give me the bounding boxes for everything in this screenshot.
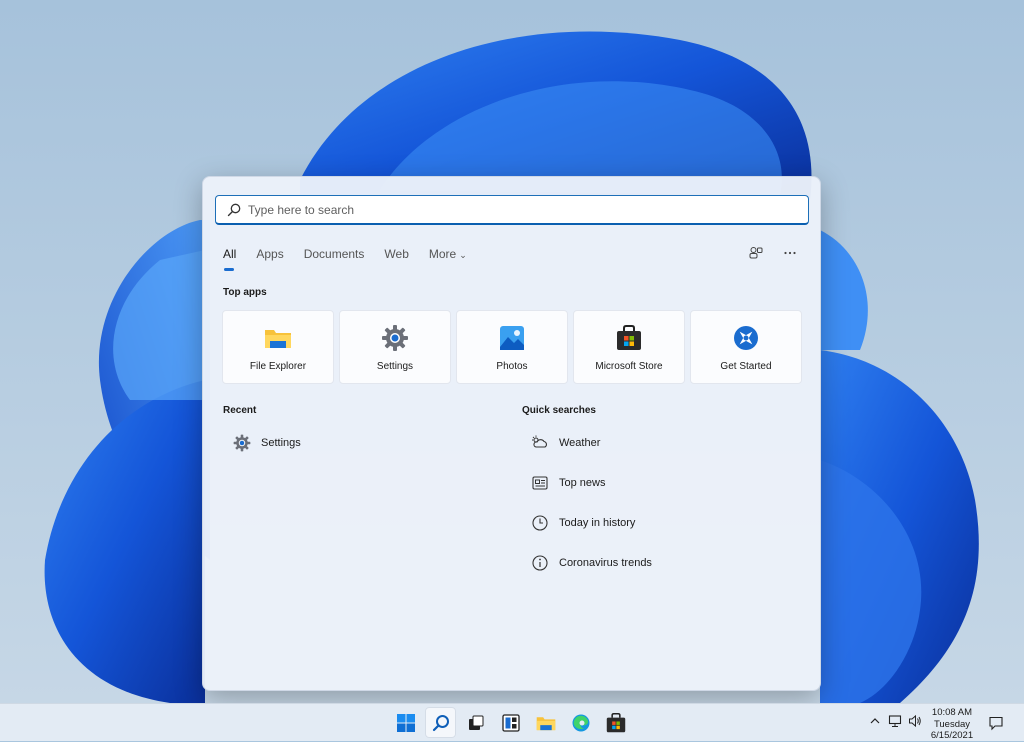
start-icon: [396, 713, 415, 732]
weather-icon: [531, 434, 549, 452]
app-label: Get Started: [720, 361, 772, 372]
news-icon: [531, 474, 549, 492]
widgets-button[interactable]: [495, 707, 526, 738]
app-label: Microsoft Store: [595, 361, 663, 372]
recent-heading: Recent: [223, 405, 257, 416]
app-tile-get-started[interactable]: Get Started: [690, 310, 802, 384]
tab-all[interactable]: All: [223, 247, 237, 271]
recent-item-label: Settings: [261, 437, 301, 449]
tab-label: Web: [384, 247, 409, 261]
notification-icon: [989, 716, 1003, 731]
search-flyout: All Apps Documents Web More⌄ Top apps Fi…: [202, 176, 821, 691]
app-tile-microsoft-store[interactable]: Microsoft Store: [573, 310, 685, 384]
app-tile-settings[interactable]: Settings: [339, 310, 451, 384]
tab-label: Apps: [256, 247, 284, 261]
start-button[interactable]: [390, 707, 421, 738]
quick-searches-heading: Quick searches: [522, 405, 596, 416]
taskbar-apps: [390, 707, 631, 738]
edge-icon: [572, 714, 589, 731]
notifications-button[interactable]: [988, 715, 1004, 731]
search-icon: [432, 714, 449, 731]
app-tile-photos[interactable]: Photos: [456, 310, 568, 384]
clock[interactable]: 10:08 AM Tuesday 6/15/2021: [922, 707, 982, 742]
top-apps-heading: Top apps: [223, 287, 267, 298]
quick-search-label: Today in history: [559, 517, 636, 529]
network-icon: [888, 715, 902, 727]
app-label: File Explorer: [249, 361, 307, 372]
store-icon: [606, 712, 625, 732]
recent-item-settings[interactable]: Settings: [233, 433, 301, 453]
app-label: Settings: [376, 361, 414, 372]
volume-button[interactable]: [908, 714, 922, 728]
clock-day: Tuesday: [933, 718, 971, 730]
tab-more[interactable]: More ⌄: [429, 247, 467, 267]
clock-time: 10:08 AM: [931, 707, 973, 718]
tab-label: Documents: [303, 247, 365, 261]
tab-label: All: [223, 247, 237, 261]
app-label: Photos: [496, 361, 528, 372]
flyout-actions: [748, 245, 798, 261]
speaker-icon: [909, 714, 921, 728]
quick-search-today-in-history[interactable]: Today in history: [531, 513, 635, 533]
store-button[interactable]: [600, 707, 631, 738]
widgets-icon: [501, 713, 520, 732]
task-view-button[interactable]: [460, 707, 491, 738]
photos-icon: [498, 324, 526, 352]
folder-icon: [264, 324, 292, 352]
info-icon: [531, 554, 549, 572]
quick-search-coronavirus-trends[interactable]: Coronavirus trends: [531, 553, 652, 573]
account-switch-button[interactable]: [748, 245, 764, 261]
ellipsis-icon: [784, 251, 796, 255]
tab-documents[interactable]: Documents: [304, 247, 365, 267]
clock-date: 6/15/2021: [930, 730, 974, 741]
more-options-button[interactable]: [782, 245, 798, 261]
task-view-icon: [468, 715, 483, 730]
file-explorer-icon: [536, 716, 555, 730]
account-icon: [749, 247, 763, 259]
quick-search-label: Coronavirus trends: [559, 557, 652, 569]
top-apps-grid: File Explorer Settings Photos Microsoft …: [222, 310, 802, 384]
quick-search-label: Top news: [559, 477, 606, 489]
network-button[interactable]: [888, 714, 902, 728]
store-icon: [615, 324, 643, 352]
search-box[interactable]: [215, 195, 809, 225]
chevron-down-icon: ⌄: [459, 250, 467, 260]
search-input[interactable]: [248, 198, 788, 221]
tab-apps[interactable]: Apps: [256, 247, 283, 267]
tab-web[interactable]: Web: [384, 247, 408, 267]
chevron-up-icon: [870, 718, 880, 724]
system-tray: [868, 714, 922, 728]
search-filter-tabs: All Apps Documents Web More ⌄: [223, 247, 487, 271]
get-started-icon: [732, 324, 760, 352]
file-explorer-button[interactable]: [530, 707, 561, 738]
quick-search-top-news[interactable]: Top news: [531, 473, 605, 493]
edge-button[interactable]: [565, 707, 596, 738]
quick-search-label: Weather: [559, 437, 601, 449]
clock-icon: [531, 514, 549, 532]
search-icon: [226, 202, 242, 218]
quick-search-weather[interactable]: Weather: [531, 433, 600, 453]
gear-icon: [233, 434, 251, 452]
gear-icon: [381, 324, 409, 352]
taskbar: 10:08 AM Tuesday 6/15/2021: [0, 703, 1024, 741]
app-tile-file-explorer[interactable]: File Explorer: [222, 310, 334, 384]
show-hidden-icons-button[interactable]: [868, 714, 882, 728]
taskbar-search-button[interactable]: [425, 707, 456, 738]
tab-label: More: [428, 247, 457, 261]
